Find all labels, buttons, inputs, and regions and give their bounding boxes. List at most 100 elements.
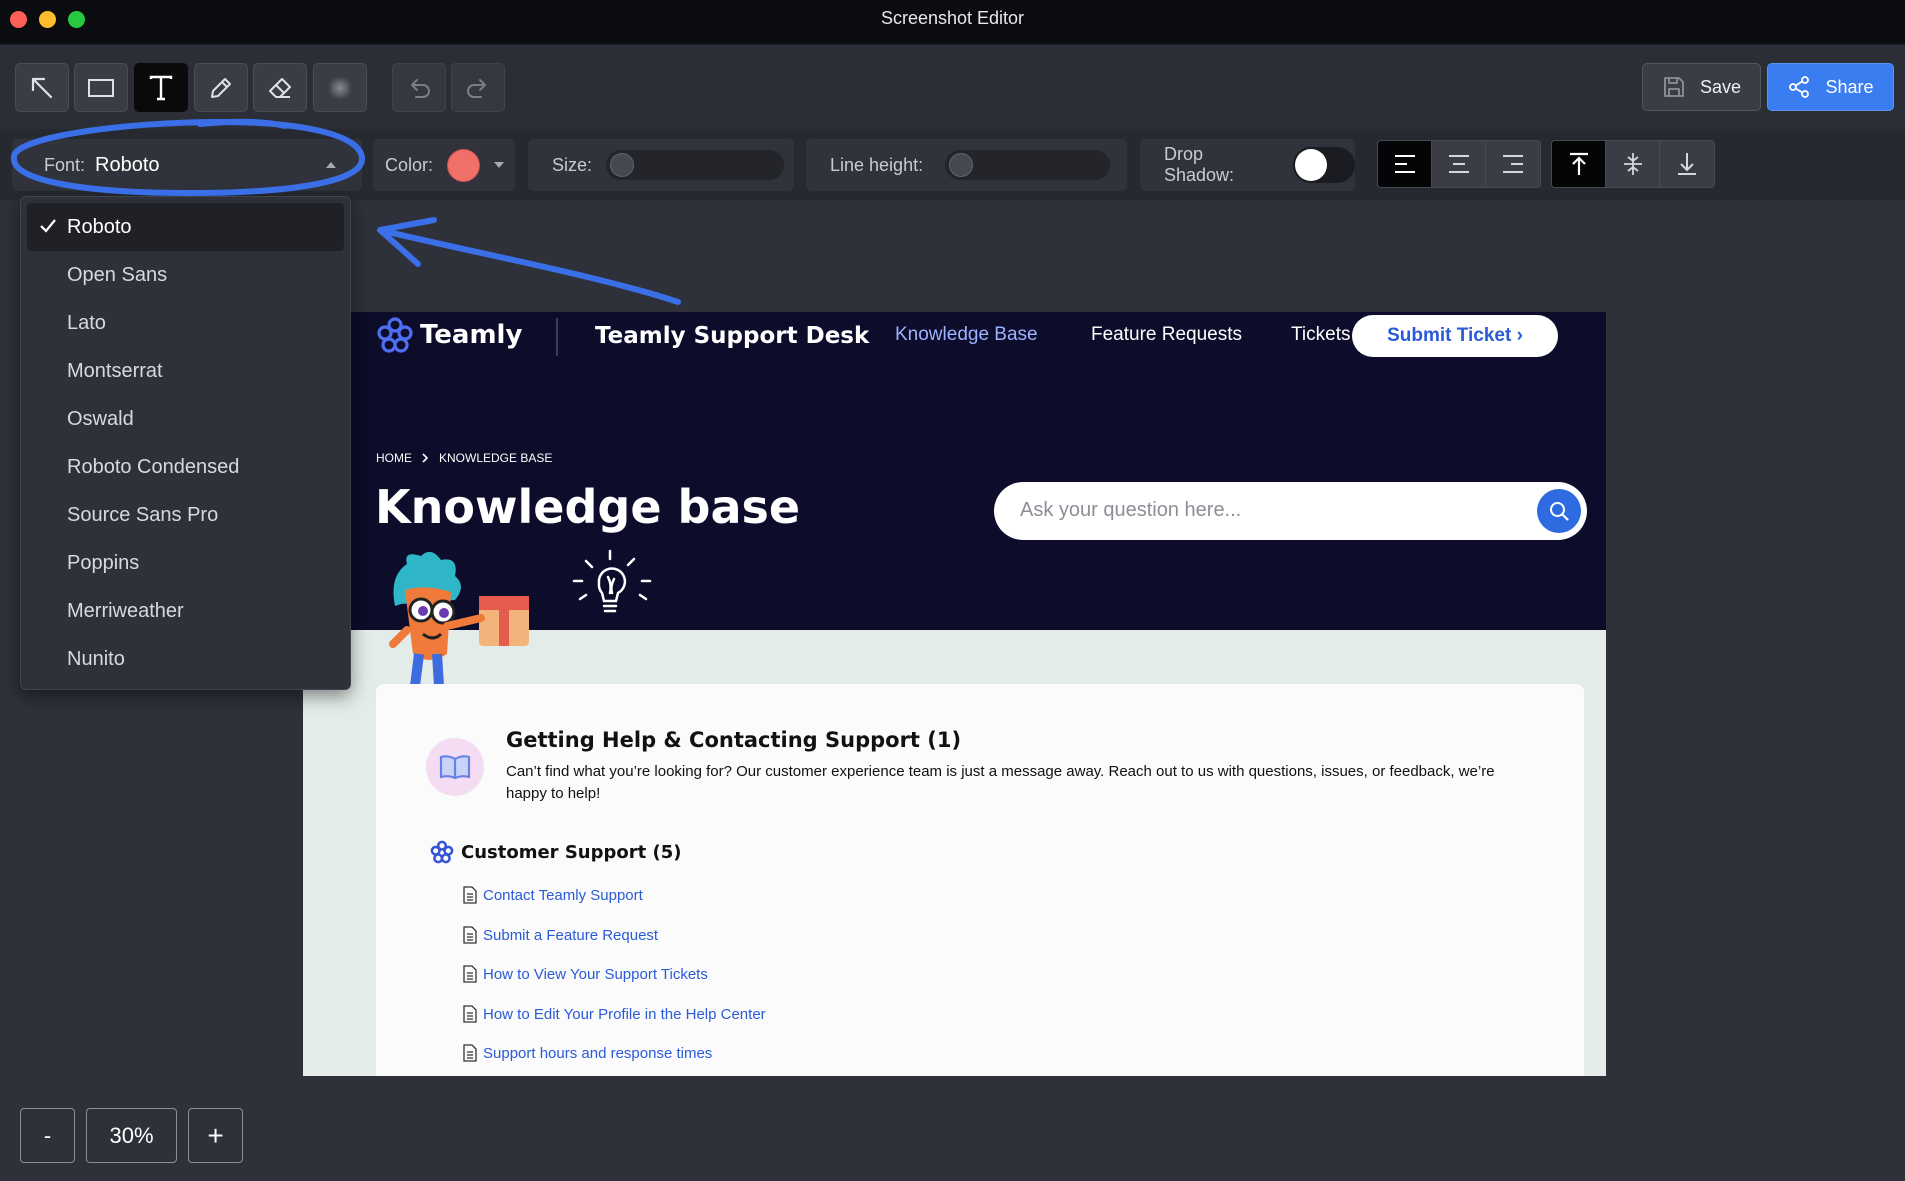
book-icon [426, 738, 484, 796]
article-link[interactable]: Submit a Feature Request [463, 926, 658, 944]
subsection-title: Customer Support (5) [461, 841, 682, 863]
article-title: How to Edit Your Profile in the Help Cen… [483, 1005, 766, 1023]
section-description: Can’t find what you’re looking for? Our … [506, 763, 1495, 802]
align-top-button[interactable] [1552, 141, 1606, 187]
size-slider-handle[interactable] [610, 153, 635, 177]
vertical-align-group [1551, 140, 1715, 188]
font-option-label: Nunito [67, 647, 125, 670]
font-option[interactable]: Lato [27, 299, 344, 347]
font-label: Font: [44, 154, 86, 175]
rectangle-icon [88, 78, 114, 97]
preview-brand: Teamly [376, 316, 522, 354]
font-option-label: Poppins [67, 551, 140, 574]
font-option[interactable]: Montserrat [27, 347, 344, 395]
article-title: How to View Your Support Tickets [483, 965, 708, 983]
nav-feature-requests[interactable]: Feature Requests [1091, 324, 1242, 346]
align-right-button[interactable] [1486, 141, 1540, 187]
teamly-logo-icon [430, 840, 454, 864]
main-toolbar: Save Share [0, 45, 1905, 129]
size-slider[interactable] [606, 150, 785, 180]
chevron-right-icon [422, 453, 429, 463]
breadcrumb: HOME KNOWLEDGE BASE [376, 451, 552, 465]
align-bottom-button[interactable] [1660, 141, 1714, 187]
support-desk-title: Teamly Support Desk [595, 323, 870, 349]
editor-canvas[interactable]: Teamly Teamly Support Desk Knowledge Bas… [303, 312, 1606, 1076]
font-option-label: Roboto Condensed [67, 455, 240, 478]
share-label: Share [1825, 76, 1874, 97]
color-picker[interactable]: Color: [373, 139, 515, 191]
kb-search[interactable]: Ask your question here... [994, 482, 1587, 540]
font-option[interactable]: Oswald [27, 395, 344, 443]
font-option[interactable]: Poppins [27, 539, 344, 587]
subsection-heading[interactable]: Customer Support (5) [430, 840, 681, 864]
brand-name: Teamly [420, 320, 523, 350]
save-button[interactable]: Save [1642, 63, 1761, 111]
nav-tickets[interactable]: Tickets [1291, 324, 1350, 346]
share-icon [1789, 76, 1810, 98]
font-option-label: Lato [67, 311, 106, 334]
font-option[interactable]: Nunito [27, 635, 344, 683]
font-dropdown-menu: Roboto Open Sans Lato Montserrat Oswald … [20, 196, 351, 690]
article-link[interactable]: Contact Teamly Support [463, 886, 643, 904]
undo-icon [411, 78, 430, 98]
font-option[interactable]: Roboto Condensed [27, 443, 344, 491]
font-option[interactable]: Merriweather [27, 587, 344, 635]
zoom-in-button[interactable]: + [188, 1108, 243, 1163]
section-title[interactable]: Getting Help & Contacting Support (1) [506, 728, 961, 752]
pencil-tool-button[interactable] [194, 63, 248, 112]
arrow-icon [31, 77, 53, 98]
article-title: Contact Teamly Support [483, 886, 643, 904]
nav-knowledge-base[interactable]: Knowledge Base [895, 324, 1038, 346]
window-title: Screenshot Editor [880, 8, 1025, 28]
align-center-button[interactable] [1432, 141, 1486, 187]
search-button[interactable] [1537, 489, 1581, 533]
blur-tool-button[interactable] [313, 63, 367, 112]
title-bar: Screenshot Editor [0, 0, 1905, 45]
article-link[interactable]: How to View Your Support Tickets [463, 965, 708, 983]
align-left-button[interactable] [1378, 141, 1432, 187]
align-left-icon [1394, 155, 1415, 173]
brand-divider [556, 318, 558, 356]
article-link[interactable]: How to Edit Your Profile in the Help Cen… [463, 1005, 766, 1023]
size-label: Size: [552, 154, 593, 175]
drop-shadow-control: Drop Shadow: [1140, 139, 1355, 191]
submit-ticket-button[interactable]: Submit Ticket › [1352, 315, 1558, 357]
line-height-slider-handle[interactable] [949, 153, 974, 177]
share-button[interactable]: Share [1767, 63, 1894, 111]
font-option[interactable]: Source Sans Pro [27, 491, 344, 539]
text-icon [149, 75, 173, 100]
line-height-control: Line height: [806, 139, 1127, 191]
page-title: Knowledge base [375, 480, 801, 534]
document-icon [463, 1044, 477, 1062]
font-select[interactable]: Font: Roboto [12, 139, 362, 191]
search-input[interactable]: Ask your question here... [1020, 499, 1241, 522]
drop-shadow-toggle[interactable] [1293, 147, 1355, 183]
font-option[interactable]: Open Sans [27, 251, 344, 299]
article-link[interactable]: Support hours and response times [463, 1044, 712, 1062]
font-option-label: Merriweather [67, 599, 184, 622]
breadcrumb-home[interactable]: HOME [376, 451, 412, 465]
undo-button[interactable] [392, 63, 446, 112]
rectangle-tool-button[interactable] [74, 63, 128, 112]
align-middle-button[interactable] [1606, 141, 1660, 187]
pencil-icon [211, 77, 231, 98]
lightbulb-icon [572, 549, 652, 613]
document-icon [463, 1005, 477, 1023]
teamly-logo-icon [377, 317, 413, 353]
redo-button[interactable] [451, 63, 505, 112]
align-middle-icon [1623, 153, 1642, 175]
line-height-label: Line height: [830, 154, 924, 175]
text-tool-button[interactable] [134, 63, 188, 112]
eraser-tool-button[interactable] [253, 63, 307, 112]
align-top-icon [1569, 152, 1588, 175]
line-height-slider[interactable] [945, 150, 1111, 180]
caret-up-icon [326, 162, 336, 168]
font-option[interactable]: Roboto [27, 203, 344, 251]
arrow-tool-button[interactable] [15, 63, 69, 112]
size-control: Size: [528, 139, 794, 191]
font-option-label: Source Sans Pro [67, 503, 219, 526]
zoom-out-button[interactable]: - [20, 1108, 75, 1163]
color-swatch[interactable] [447, 148, 481, 182]
drop-shadow-label: Drop Shadow: [1164, 144, 1235, 185]
zoom-level: 30% [86, 1108, 177, 1163]
